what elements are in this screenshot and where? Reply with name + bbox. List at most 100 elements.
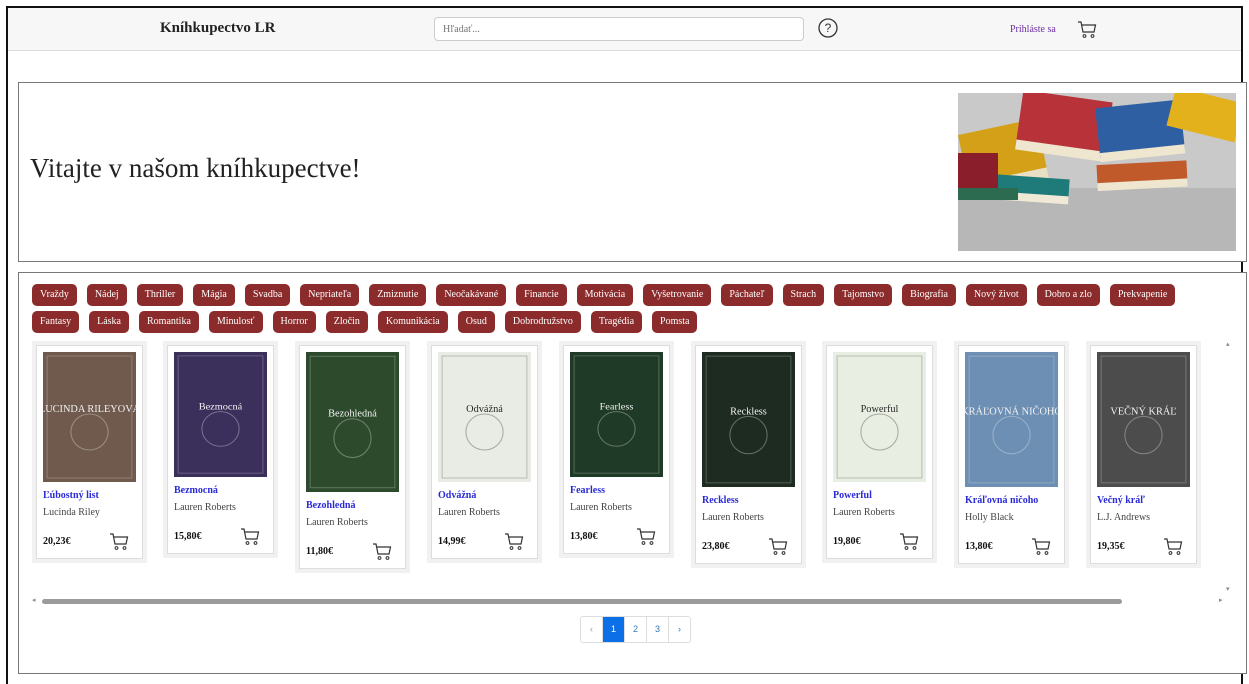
category-tag[interactable]: Páchateľ <box>721 284 773 306</box>
page-button[interactable]: 1 <box>603 617 625 642</box>
category-tag[interactable]: Biografia <box>902 284 956 306</box>
book-title[interactable]: Odvážná <box>438 490 531 501</box>
search-input[interactable] <box>434 17 804 41</box>
page-button[interactable]: 2 <box>625 617 647 642</box>
scroll-right-icon[interactable]: ▸ <box>1219 596 1223 604</box>
scrollbar-thumb[interactable] <box>42 599 1122 604</box>
book-cover-image[interactable]: Powerful <box>833 352 926 482</box>
add-to-cart-icon[interactable] <box>503 530 525 552</box>
book-author: Lauren Roberts <box>833 507 895 518</box>
login-link[interactable]: Prihláste sa <box>1010 24 1056 35</box>
book-cover-image[interactable]: KRÁĽOVNÁ NIČOHO <box>965 352 1058 487</box>
category-tag[interactable]: Svadba <box>244 284 291 306</box>
category-tag[interactable]: Fantasy <box>32 311 80 333</box>
book-author: Holly Black <box>965 512 1014 523</box>
next-page-button[interactable]: › <box>669 617 690 642</box>
category-tag[interactable]: Vraždy <box>32 284 77 306</box>
book-title[interactable]: Kráľovná ničoho <box>965 495 1058 506</box>
category-tag[interactable]: Financie <box>516 284 567 306</box>
category-tag[interactable]: Tajomstvo <box>834 284 893 306</box>
book-cover-image[interactable]: LUCINDA RILEYOVÁ <box>43 352 136 482</box>
prev-page-button[interactable]: ‹ <box>581 617 603 642</box>
page-button[interactable]: 3 <box>647 617 669 642</box>
book-catalog: Vraždy Nádej Thriller Mágia Svadba Nepriateľa… <box>18 272 1247 674</box>
book-title[interactable]: Fearless <box>570 485 663 496</box>
category-tag[interactable]: Motivácia <box>576 284 634 306</box>
book-cover-image[interactable]: VEČNÝ KRÁĽ <box>1097 352 1190 487</box>
book-title[interactable]: Powerful <box>833 490 926 501</box>
book-card-inner: LUCINDA RILEYOVÁ Ľúbostný list Lucinda Ril… <box>36 345 143 559</box>
welcome-banner: Vitajte v našom kníhkupectve! <box>18 82 1247 262</box>
category-tag[interactable]: Pomsta <box>652 311 698 333</box>
book-card-inner: Odvážná Odvážná Lauren Roberts 14,99€ <box>431 345 538 559</box>
category-tag-list: Vraždy Nádej Thriller Mágia Svadba Nepriateľa… <box>32 284 1232 338</box>
book-price-row: 23,80€ <box>702 535 795 557</box>
book-title[interactable]: Bezohledná <box>306 500 399 511</box>
add-to-cart-icon[interactable] <box>239 525 261 547</box>
category-tag[interactable]: Dobro a zlo <box>1036 284 1100 306</box>
book-title[interactable]: Ľúbostný list <box>43 490 136 501</box>
category-tag[interactable]: Romantika <box>139 311 199 333</box>
book-title[interactable]: Bezmocná <box>174 485 267 496</box>
book-cover-image[interactable]: Fearless <box>570 352 663 477</box>
book-card[interactable]: LUCINDA RILEYOVÁ Ľúbostný list Lucinda Ril… <box>32 341 147 563</box>
book-card[interactable]: Powerful Powerful Lauren Roberts 19,80€ <box>822 341 937 563</box>
add-to-cart-icon[interactable] <box>371 540 393 562</box>
cart-icon[interactable] <box>1076 18 1098 40</box>
add-to-cart-icon[interactable] <box>108 530 130 552</box>
category-tag[interactable]: Komunikácia <box>377 311 448 333</box>
category-tag[interactable]: Horror <box>272 311 316 333</box>
question-circle-icon[interactable]: ? <box>817 17 839 39</box>
book-cover-image[interactable]: Odvážná <box>438 352 531 482</box>
add-to-cart-icon[interactable] <box>767 535 789 557</box>
category-tag[interactable]: Tragédia <box>590 311 643 333</box>
category-tag[interactable]: Osud <box>457 311 495 333</box>
category-tag[interactable]: Zločin <box>325 311 368 333</box>
brand-logo[interactable]: Kníhkupectvo LR <box>160 20 275 37</box>
add-to-cart-icon[interactable] <box>1162 535 1184 557</box>
scroll-left-icon[interactable]: ◂ <box>32 596 36 604</box>
category-tag[interactable]: Mágia <box>193 284 235 306</box>
book-price-row: 19,35€ <box>1097 535 1190 557</box>
category-tag[interactable]: Nový život <box>965 284 1027 306</box>
add-to-cart-icon[interactable] <box>898 530 920 552</box>
category-tag[interactable]: Minulosť <box>208 311 263 333</box>
book-author: L.J. Andrews <box>1097 512 1151 523</box>
category-tag[interactable]: Vyšetrovanie <box>643 284 712 306</box>
books-banner-image <box>958 93 1236 251</box>
category-tag[interactable]: Dobrodružstvo <box>504 311 581 333</box>
carousel-scrollbar[interactable]: ◂ ▸ <box>32 596 1232 606</box>
category-tag[interactable]: Prekvapenie <box>1109 284 1176 306</box>
scroll-down-icon[interactable]: ▾ <box>1226 585 1230 593</box>
book-cover-image[interactable]: Reckless <box>702 352 795 487</box>
book-card-inner: VEČNÝ KRÁĽ Večný kráľ L.J. Andrews 19,35€ <box>1090 345 1197 564</box>
cover-title: KRÁĽOVNÁ NIČOHO <box>965 405 1058 417</box>
book-title[interactable]: Reckless <box>702 495 795 506</box>
category-tag[interactable]: Nepriateľa <box>300 284 360 306</box>
book-cover-image[interactable]: Bezmocná <box>174 352 267 477</box>
book-card[interactable]: Fearless Fearless Lauren Roberts 13,80€ <box>559 341 674 558</box>
add-to-cart-icon[interactable] <box>1030 535 1052 557</box>
add-to-cart-icon[interactable] <box>635 525 657 547</box>
book-price: 19,80€ <box>833 536 861 547</box>
book-card[interactable]: KRÁĽOVNÁ NIČOHO Kráľovná ničoho Holly Blac… <box>954 341 1069 568</box>
book-card[interactable]: Reckless Reckless Lauren Roberts 23,80€ <box>691 341 806 568</box>
book-title[interactable]: Večný kráľ <box>1097 495 1190 506</box>
book-price-row: 14,99€ <box>438 530 531 552</box>
book-card[interactable]: Bezohledná Bezohledná Lauren Roberts 11,80€ <box>295 341 410 573</box>
category-tag[interactable]: Láska <box>89 311 129 333</box>
book-price: 14,99€ <box>438 536 466 547</box>
book-cover-image[interactable]: Bezohledná <box>306 352 399 492</box>
book-card[interactable]: Bezmocná Bezmocná Lauren Roberts 15,80€ <box>163 341 278 558</box>
category-tag[interactable]: Strach <box>782 284 825 306</box>
book-author: Lauren Roberts <box>702 512 764 523</box>
category-tag[interactable]: Thriller <box>136 284 184 306</box>
scroll-up-icon[interactable]: ▴ <box>1226 340 1230 348</box>
book-price-row: 13,80€ <box>965 535 1058 557</box>
category-tag[interactable]: Zmiznutie <box>369 284 427 306</box>
book-card[interactable]: Odvážná Odvážná Lauren Roberts 14,99€ <box>427 341 542 563</box>
category-tag[interactable]: Neočakávané <box>436 284 507 306</box>
category-tag[interactable]: Nádej <box>86 284 127 306</box>
cover-title: VEČNÝ KRÁĽ <box>1110 405 1176 417</box>
book-card[interactable]: VEČNÝ KRÁĽ Večný kráľ L.J. Andrews 19,35€ <box>1086 341 1201 568</box>
